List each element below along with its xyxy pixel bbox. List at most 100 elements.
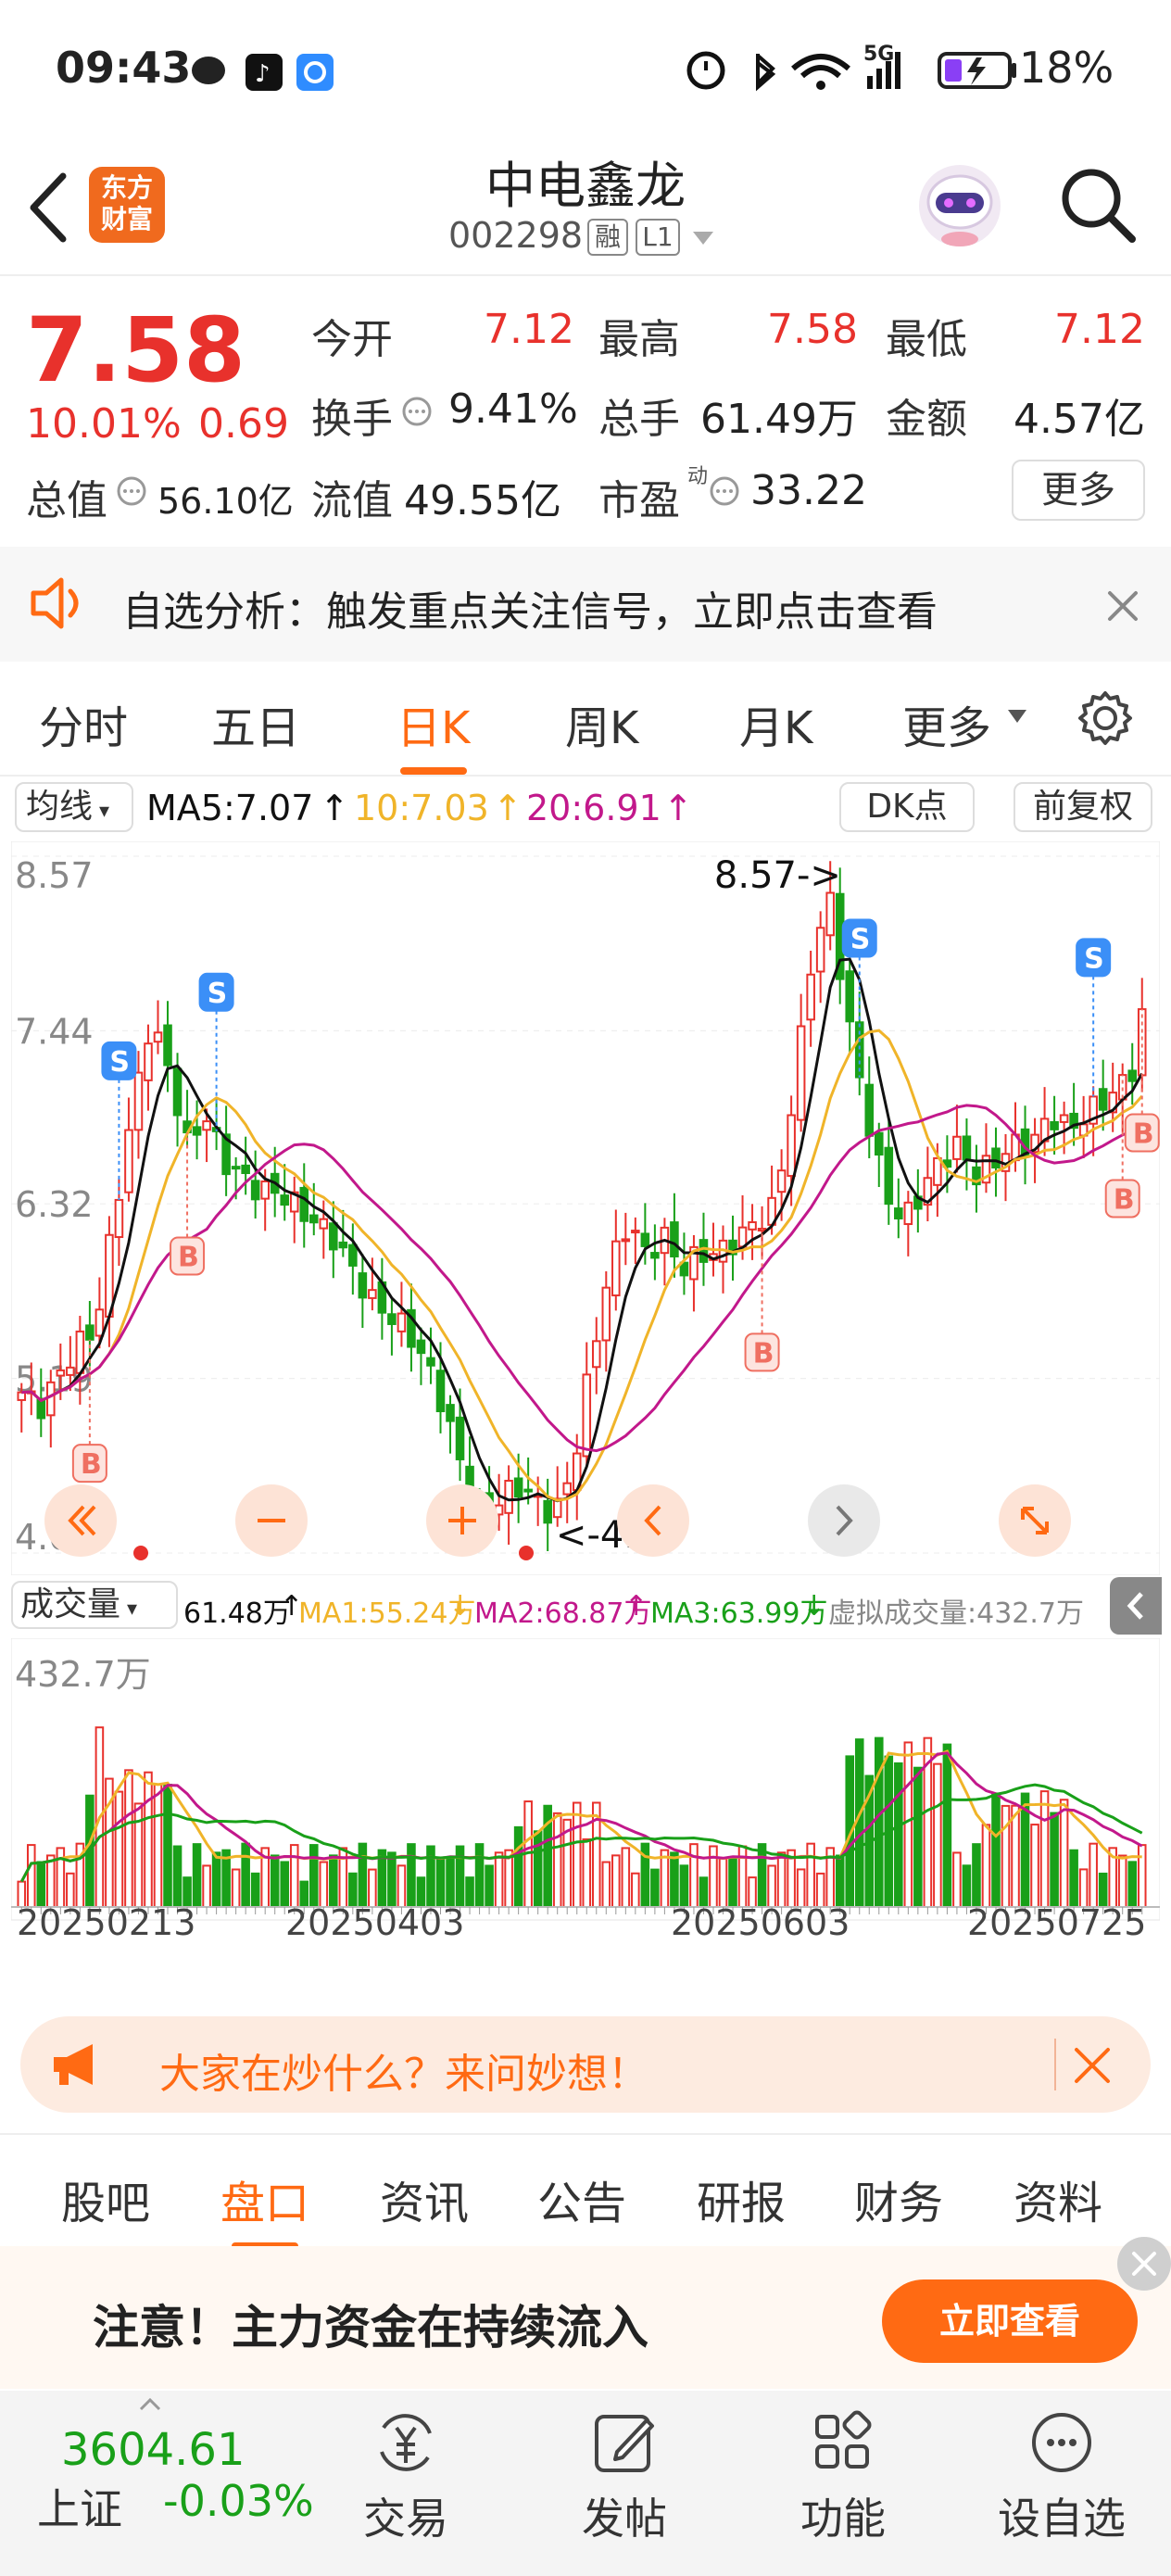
post-icon[interactable] [589,2407,660,2478]
volume-bar [211,1851,221,1909]
index-name[interactable]: 上证 [37,2476,122,2537]
candle-body [66,1366,75,1376]
ma5-value: MA5:7.07 [146,788,314,828]
volume-bar [289,1844,299,1908]
candle-body [699,1239,709,1263]
info-icon[interactable] [115,474,148,508]
stock-header: 东方 财富 中电鑫龙 002298 融 L1 [0,139,1171,276]
pan-left-fast-button[interactable] [44,1484,117,1557]
index-value[interactable]: 3604.61 [61,2424,246,2476]
notice-bar[interactable]: 自选分析：触发重点关注信号，立即点击查看 [0,547,1171,662]
stock-code: 002298 [448,215,584,256]
volume-header: 成交量 ▾ 61.48万 ↑ MA1:55.24万 ↓ MA2:68.87万 ↑… [0,1575,1171,1636]
info-icon[interactable] [400,395,434,428]
volume-bar [1030,1824,1039,1908]
back-icon[interactable] [26,170,70,245]
candle-body [416,1339,426,1355]
candle-body [192,1126,202,1136]
candle-body [952,1135,962,1160]
tab-news[interactable]: 资讯 [380,2166,469,2231]
chevron-up-icon[interactable] [139,2398,161,2411]
banner-close-button[interactable] [1117,2237,1171,2291]
banner-text: 注意！主力资金在持续流入 [93,2301,648,2355]
candle-body [1059,1114,1069,1123]
volume-ma3-down-arrow: ↓ [802,1590,826,1623]
zoom-out-button[interactable] [235,1484,308,1557]
nav-post[interactable]: 发帖 [532,2485,717,2546]
dk-button[interactable]: DK点 [839,782,975,832]
info-icon[interactable] [708,474,741,508]
promo-text: 大家在炒什么？来问妙想！ [159,2051,648,2098]
candle-body [825,891,835,937]
trade-icon[interactable] [371,2407,441,2478]
more-button[interactable]: 更多 [1012,460,1145,521]
signal-label: B [1114,1183,1135,1216]
functions-icon[interactable] [808,2407,878,2478]
index-change[interactable]: -0.03% [163,2476,314,2526]
add-watchlist-icon[interactable] [1026,2407,1097,2478]
candle-body [582,1373,592,1458]
tab-five-day[interactable]: 五日 [211,691,300,756]
fullscreen-button[interactable] [999,1484,1071,1557]
volume-chart[interactable]: 432.7万 20250213 20250403 20250603 20250725 [11,1638,1160,1953]
close-icon[interactable] [1104,587,1141,625]
view-now-button[interactable]: 立即查看 [882,2279,1138,2363]
tab-intraday[interactable]: 分时 [39,691,128,756]
tab-daily-k[interactable]: 日K [397,691,470,756]
volume-bar [854,1738,864,1908]
promo-bar[interactable]: 大家在炒什么？来问妙想！ [20,2016,1151,2113]
nav-trade[interactable]: 交易 [313,2485,498,2546]
notification-icons: ♪ [192,54,334,91]
robot-assistant-icon[interactable] [913,158,1006,250]
adjust-button[interactable]: 前复权 [1014,782,1152,832]
volume-bar [1078,1868,1089,1909]
search-icon[interactable] [1056,163,1140,246]
pe-value: 33.22 [750,467,867,514]
kline-chart[interactable]: 8.577.446.325.194.068.57-><-4.06SSSSBBBB… [11,841,1160,1575]
status-time: 09:43 [56,43,192,93]
high-label: 最高 [598,316,680,363]
volume-bar [611,1854,621,1909]
volume-bar [46,1854,56,1908]
tab-research[interactable]: 研报 [697,2166,786,2231]
tab-monthly-k[interactable]: 月K [739,691,812,756]
candle-body [591,1340,601,1369]
volume-max-label: 432.7万 [15,1654,151,1695]
eastmoney-logo: 东方 财富 [89,167,165,243]
volume-bar [1127,1861,1138,1908]
collapse-panel-button[interactable] [1110,1577,1162,1635]
battery-percent: 18% [1019,43,1114,93]
tab-order-book[interactable]: 盘口 [220,2166,309,2231]
gear-icon[interactable] [1075,688,1136,749]
tab-announcements[interactable]: 公告 [537,2166,626,2231]
tab-forum[interactable]: 股吧 [61,2166,150,2231]
ma-selector[interactable]: 均线 ▾ [15,782,133,832]
candle-body [329,1222,338,1251]
float-cap-value: 49.55亿 [404,477,561,524]
volume-bar [124,1769,133,1908]
candle-body [787,1114,796,1178]
volume-bar [728,1857,737,1908]
volume-selector[interactable]: 成交量 ▾ [11,1581,178,1629]
tab-financials[interactable]: 财务 [854,2166,943,2231]
volume-bar [1001,1804,1011,1908]
nav-functions[interactable]: 功能 [750,2485,936,2546]
tab-more[interactable]: 更多 [902,691,991,756]
close-icon[interactable] [1071,2044,1114,2087]
volume-bar [270,1854,280,1909]
low-value: 7.12 [1054,306,1145,353]
pan-right-button[interactable] [808,1484,880,1557]
volume-bar [308,1844,319,1908]
volume-bar [981,1824,991,1909]
fund-flow-banner[interactable]: 注意！主力资金在持续流入 立即查看 [0,2237,1171,2389]
nav-add-watchlist[interactable]: 设自选 [969,2485,1154,2546]
tab-weekly-k[interactable]: 周K [565,691,638,756]
volume-bar [991,1792,1001,1908]
dropdown-icon[interactable] [689,228,717,246]
tab-profile[interactable]: 资料 [1014,2166,1102,2231]
volume-bar [474,1843,485,1908]
pan-left-button[interactable] [617,1484,689,1557]
y-tick-label: 6.32 [15,1184,94,1225]
candle-body [631,1230,640,1234]
zoom-in-button[interactable] [426,1484,498,1557]
